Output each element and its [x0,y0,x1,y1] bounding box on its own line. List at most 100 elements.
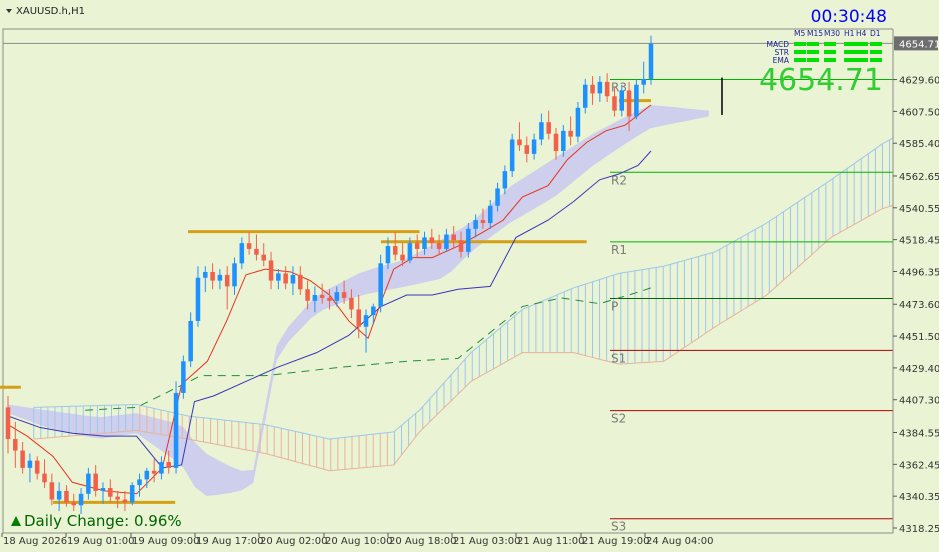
candle-body [93,473,98,491]
candle[interactable] [378,254,383,313]
candle-body [42,473,47,483]
candle-body [20,450,25,468]
candle-body [5,407,11,440]
candle[interactable] [634,78,639,120]
pivot-label-p: P [611,299,618,313]
y-tick-label: 4562.65 [899,172,939,183]
candle[interactable] [129,482,135,506]
candle-body [436,243,442,249]
candle-body [144,470,150,480]
candle-body [575,107,581,137]
candle-body [356,309,361,327]
x-tick-label: 19 Aug 09:00 [132,536,199,547]
candle-body [210,271,215,281]
candle-body [648,43,654,79]
signal-cell [856,42,868,46]
candle-body [473,220,478,229]
candle-body [151,470,157,474]
candle-body [371,306,376,316]
candle-body [604,81,610,97]
candle-body [115,496,120,500]
signal-cell [824,42,836,46]
candle-body [341,292,347,298]
x-tick-label: 20 Aug 18:00 [389,536,456,547]
candle-body [553,133,559,151]
candle-body [268,260,274,281]
candle-body [195,277,201,321]
candle-body [56,490,62,500]
x-tick-label: 24 Aug 04:00 [646,536,713,547]
y-tick-label: 4473.60 [899,300,939,311]
candle-body [239,243,245,264]
candle-body [319,295,325,298]
candle-body [232,263,237,287]
signal-cell [844,42,856,46]
candle-body [261,254,267,261]
candle-body [166,462,172,468]
candle-body [188,320,193,362]
candle-body [487,205,493,224]
candle-body [298,274,303,290]
signal-cell [824,58,836,62]
candle-body [385,246,391,264]
candle-body [159,462,164,474]
timeframe-label-m15: M15 [807,29,823,38]
symbol-title[interactable]: XAUUSD.h,H1 [16,6,85,17]
candle-body [122,499,128,503]
signal-cell [870,42,882,46]
candle-body [349,297,354,310]
pivot-label-s3: S3 [611,520,626,534]
y-tick-label: 4362.45 [899,460,939,471]
candle-body [254,248,259,255]
candle-body [100,488,106,491]
signal-cell [856,58,868,62]
candle-body [502,171,508,189]
y-tick-label: 4407.30 [899,396,939,407]
x-tick-label: 20 Aug 02:00 [260,536,327,547]
y-tick-label: 4540.55 [899,204,939,215]
candle-body [34,460,40,474]
candle-body [334,292,340,301]
candle-body [246,243,252,249]
candle[interactable] [181,355,186,399]
y-tick-label: 4629.60 [899,76,939,87]
candle-body [407,243,413,261]
candle-body [619,90,625,111]
candle-body [626,90,632,117]
x-tick-label: 21 Aug 19:00 [582,536,649,547]
candle-body [546,122,551,134]
candle-body [458,240,464,252]
candle-body [568,130,573,137]
candle-body [582,84,588,108]
big-price: 4654.71 [759,63,883,98]
signal-cell [794,50,806,54]
y-tick-label: 4429.40 [899,364,939,375]
candle-body [327,297,332,301]
chart-canvas[interactable]: R3R2R1PS1S2S34629.604607.504585.404562.6… [0,0,939,552]
candle[interactable] [509,133,515,177]
signal-cell [807,58,819,62]
candle-body [86,473,91,494]
candle[interactable] [575,102,581,143]
candle-body [561,130,566,151]
candle-body [305,289,310,301]
signal-cell [870,50,882,54]
pivot-label-s2: S2 [611,412,626,426]
daily-change: Daily Change: 0.96% [24,512,182,530]
candle-body [49,482,55,500]
y-tick-label: 4340.35 [899,492,939,503]
x-tick-label: 18 Aug 2026 [3,536,67,547]
candle-body [612,96,617,111]
candle-body [276,273,281,281]
x-tick-label: 19 Aug 17:00 [196,536,263,547]
chart-window[interactable]: R3 R2 R1 P S1 S2 S3 4629.60 4607.50 4585.40 4562.6… [0,0,939,552]
candle[interactable] [173,381,179,474]
y-tick-label: 4607.50 [899,107,939,118]
candle-body [378,263,383,307]
candle-body [509,139,515,172]
candle-body [466,228,471,252]
x-tick-label: 21 Aug 11:00 [517,536,584,547]
candle-body [422,237,427,249]
candle-body [524,145,530,154]
signal-cell [794,42,806,46]
